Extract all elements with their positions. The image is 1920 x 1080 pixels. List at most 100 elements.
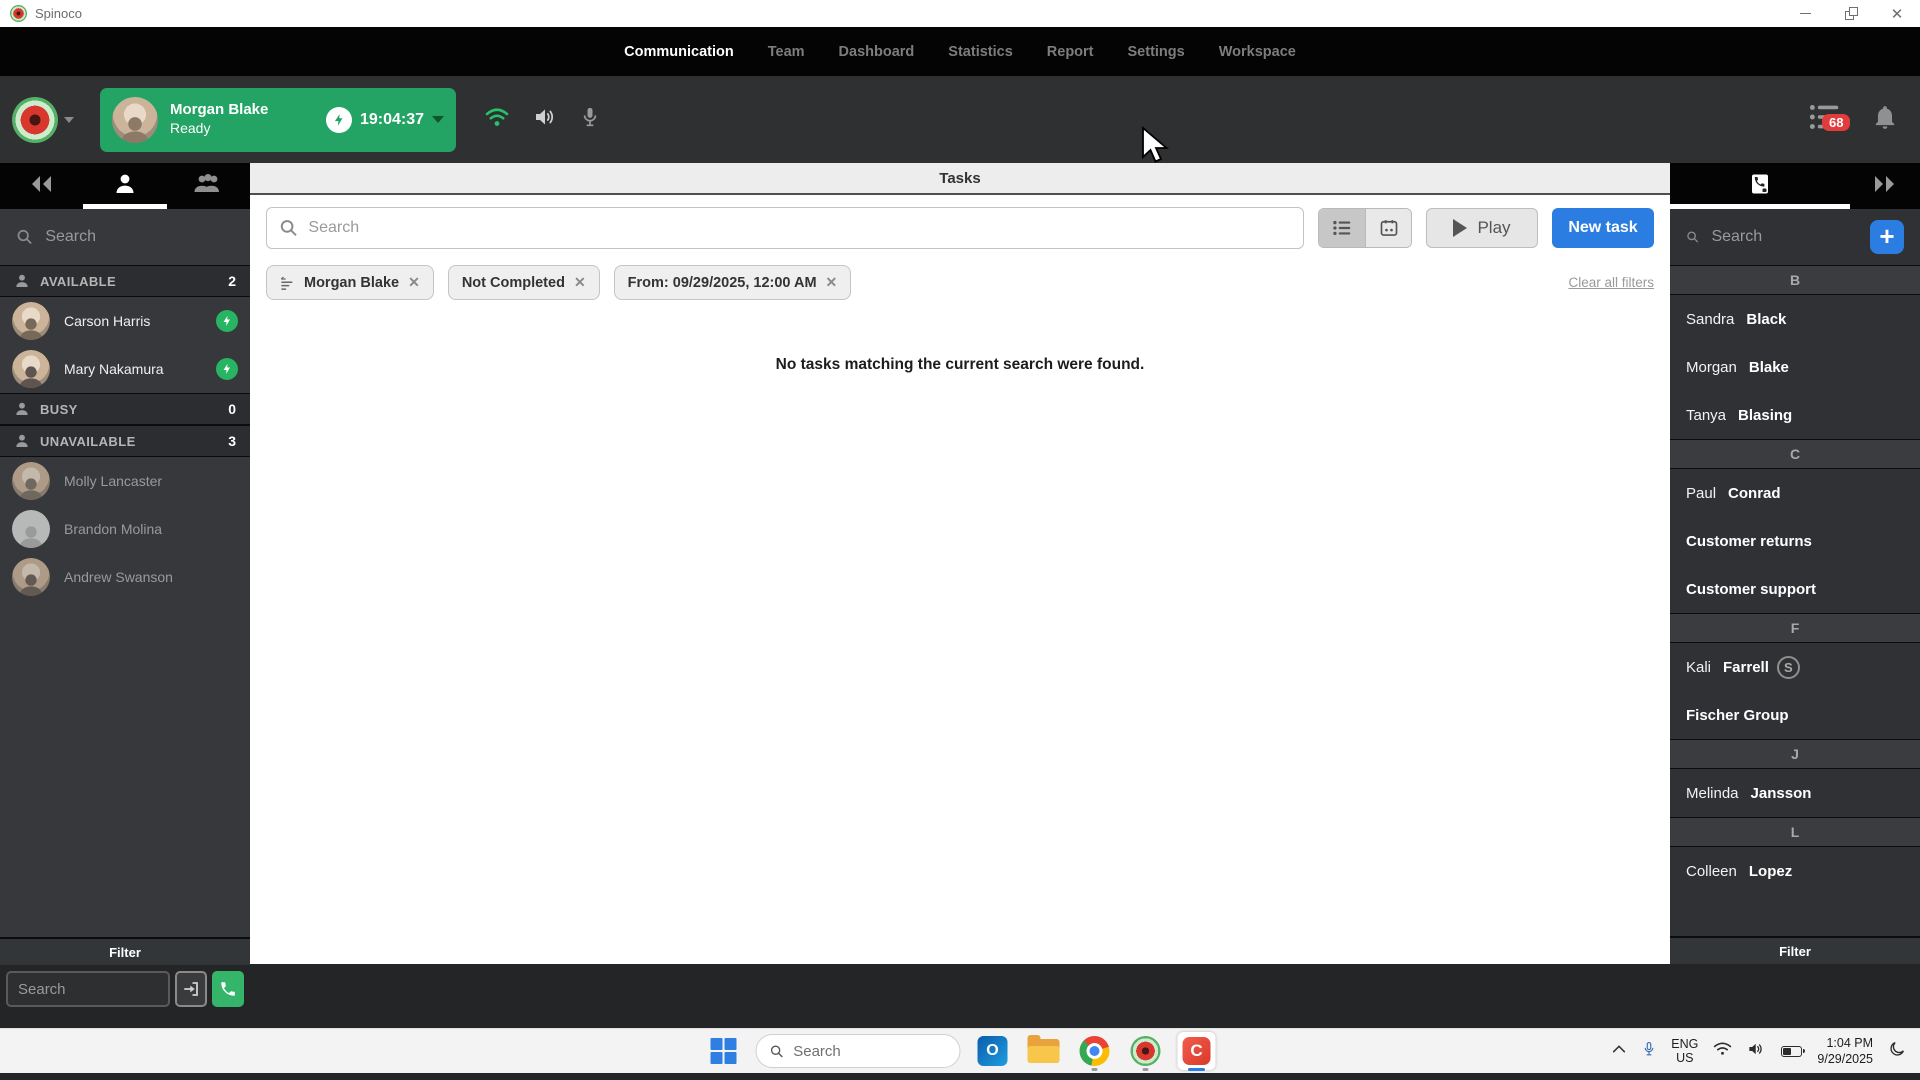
file-explorer-taskbar-button[interactable] (1025, 1032, 1063, 1070)
contact-row[interactable]: Tanya Blasing (1670, 391, 1920, 439)
tray-moon-icon[interactable] (1888, 1040, 1906, 1063)
member-row[interactable]: Brandon Molina (0, 505, 250, 553)
tasks-search-input[interactable] (308, 219, 1291, 237)
restore-button[interactable] (1828, 0, 1874, 27)
contact-row[interactable]: Customer support (1670, 565, 1920, 613)
clear-all-filters-link[interactable]: Clear all filters (1568, 275, 1654, 290)
nav-settings[interactable]: Settings (1128, 44, 1185, 60)
dialer-search-input[interactable] (18, 980, 158, 998)
play-button[interactable]: Play (1426, 208, 1538, 248)
chrome-icon (1079, 1036, 1110, 1066)
group-available[interactable]: AVAILABLE 2 (0, 265, 250, 297)
language-indicator[interactable]: ENG US (1671, 1037, 1698, 1066)
windows-logo-icon (710, 1038, 737, 1064)
app-header: Morgan Blake Ready 19:04:37 68 (0, 76, 1920, 163)
windows-taskbar: O C ENG US (0, 1028, 1920, 1073)
tray-wifi-icon[interactable] (1713, 1041, 1732, 1061)
tray-microphone-icon[interactable] (1642, 1040, 1656, 1063)
taskbar-clock[interactable]: 1:04 PM 9/29/2025 (1817, 1035, 1873, 1068)
right-filter-bar[interactable]: Filter (1670, 936, 1920, 964)
outlook-taskbar-button[interactable]: O (974, 1032, 1012, 1070)
contact-row[interactable]: Paul Conrad (1670, 469, 1920, 517)
close-icon[interactable]: ✕ (574, 274, 586, 291)
new-task-button[interactable]: New task (1552, 208, 1654, 248)
bell-icon[interactable] (1872, 103, 1898, 136)
filter-chips-row: Morgan Blake ✕ Not Completed ✕ From: 09/… (266, 265, 1654, 300)
taskbar-search-input[interactable] (793, 1042, 947, 1060)
close-button[interactable]: ✕ (1874, 0, 1920, 27)
camtasia-icon: C (1182, 1037, 1211, 1065)
contacts-search[interactable] (1670, 209, 1920, 265)
tab-phonebook[interactable] (1670, 163, 1850, 209)
transfer-button[interactable] (175, 971, 207, 1007)
close-icon[interactable]: ✕ (408, 274, 420, 291)
group-unavailable[interactable]: UNAVAILABLE 3 (0, 425, 250, 457)
phonebook-icon (1752, 174, 1768, 193)
contact-row[interactable]: Kali Farrell S (1670, 643, 1920, 691)
tray-chevron-up-icon[interactable] (1611, 1042, 1627, 1061)
nav-dashboard[interactable]: Dashboard (839, 44, 915, 60)
filter-chip-owner[interactable]: Morgan Blake ✕ (266, 265, 434, 300)
filter-chip-status[interactable]: Not Completed ✕ (447, 265, 600, 300)
collapse-contacts-button[interactable] (1850, 163, 1920, 209)
close-icon[interactable]: ✕ (826, 274, 838, 291)
nav-workspace[interactable]: Workspace (1219, 44, 1296, 60)
spinoco-taskbar-button[interactable] (1127, 1032, 1165, 1071)
add-contact-button[interactable] (1870, 220, 1904, 254)
group-busy[interactable]: BUSY 0 (0, 393, 250, 425)
tray-speaker-icon[interactable] (1747, 1041, 1766, 1062)
calendar-view-button[interactable] (1365, 209, 1411, 247)
minimize-button[interactable] (1782, 0, 1828, 27)
tab-agents[interactable] (83, 163, 167, 209)
contact-row[interactable]: Colleen Lopez (1670, 847, 1920, 895)
filter-chip-date[interactable]: From: 09/29/2025, 12:00 AM ✕ (613, 265, 852, 300)
list-view-button[interactable] (1319, 209, 1365, 247)
nav-statistics[interactable]: Statistics (948, 44, 1012, 60)
camtasia-taskbar-button[interactable]: C (1177, 1032, 1216, 1071)
tasks-search[interactable] (266, 207, 1304, 249)
contacts-search-input[interactable] (1711, 228, 1858, 246)
chrome-taskbar-button[interactable] (1076, 1032, 1114, 1071)
window-title: Spinoco (35, 6, 82, 21)
taskbar-search[interactable] (755, 1034, 961, 1068)
microphone-icon (580, 105, 600, 134)
group-label: AVAILABLE (40, 273, 117, 289)
call-button[interactable] (212, 971, 244, 1007)
enter-arrow-icon (184, 982, 198, 996)
member-row[interactable]: Andrew Swanson (0, 553, 250, 601)
tab-teams[interactable] (167, 163, 250, 209)
left-filter-bar[interactable]: Filter (0, 937, 250, 965)
left-search-input[interactable] (45, 228, 234, 246)
current-user-card[interactable]: Morgan Blake Ready 19:04:37 (100, 87, 456, 152)
nav-team[interactable]: Team (768, 44, 805, 60)
letter-header: C (1670, 439, 1920, 469)
contact-row[interactable]: Customer returns (1670, 517, 1920, 565)
system-tray: ENG US 1:04 PM 9/29/2025 (1611, 1035, 1920, 1068)
contact-row[interactable]: Sandra Black (1670, 295, 1920, 343)
left-search[interactable] (0, 209, 250, 265)
file-explorer-icon (1027, 1035, 1060, 1063)
play-icon (1453, 219, 1468, 237)
member-row[interactable]: Carson Harris (0, 297, 250, 345)
status-timer[interactable]: 19:04:37 (325, 106, 444, 133)
collapse-sidebar-button[interactable] (0, 163, 83, 209)
member-row[interactable]: Molly Lancaster (0, 457, 250, 505)
contact-row[interactable]: Fischer Group (1670, 691, 1920, 739)
member-name: Carson Harris (64, 313, 151, 329)
nav-report[interactable]: Report (1047, 44, 1094, 60)
member-row[interactable]: Mary Nakamura (0, 345, 250, 393)
battery-icon[interactable] (1781, 1045, 1806, 1057)
start-button[interactable] (705, 1032, 743, 1070)
user-name: Morgan Blake (170, 101, 269, 119)
group-count: 3 (228, 433, 236, 449)
chevron-down-icon[interactable] (64, 116, 74, 123)
contact-row[interactable]: Melinda Jansson (1670, 769, 1920, 817)
dialer-search[interactable] (6, 971, 170, 1007)
group-count: 2 (228, 273, 236, 289)
nav-communication[interactable]: Communication (624, 44, 734, 60)
task-list-button[interactable]: 68 (1808, 102, 1851, 137)
contact-row[interactable]: Morgan Blake (1670, 343, 1920, 391)
contacts-sidebar: B SandraBlack MorganBlake TanyaBlasing C… (1670, 163, 1920, 1028)
record-button[interactable] (12, 96, 58, 143)
people-icon (194, 173, 220, 192)
